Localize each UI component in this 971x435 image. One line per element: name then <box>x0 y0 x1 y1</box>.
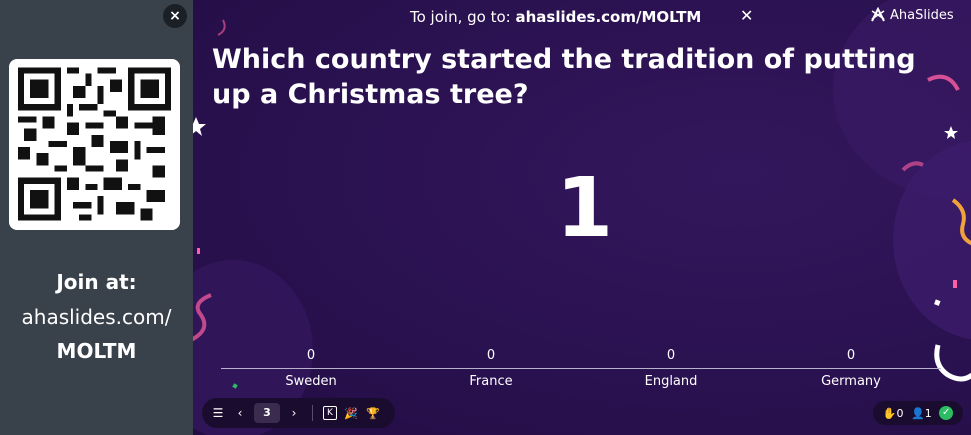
join-label: Join at: <box>56 270 137 294</box>
chart-category-label: Germany <box>821 374 881 389</box>
brand-logo: AhaSlides <box>870 7 954 23</box>
chart-column: 0 England <box>581 348 761 389</box>
chart-value-label: 0 <box>486 348 496 363</box>
response-counter: 1 <box>556 161 614 256</box>
qr-code-icon <box>18 67 171 221</box>
join-banner-prefix: To join, go to: <box>410 8 516 26</box>
chart-value-label: 0 <box>666 348 676 363</box>
join-panel-close-icon[interactable]: × <box>163 4 187 28</box>
join-banner-url: ahaslides.com/MOLTM <box>515 8 702 26</box>
chart-column: 0 France <box>401 348 581 389</box>
question-title: Which country started the tradition of p… <box>212 44 916 110</box>
chart-value-label: 0 <box>306 348 316 363</box>
qr-code <box>9 59 180 230</box>
keyboard-shortcut-icon[interactable]: K <box>323 406 337 420</box>
slide-number[interactable]: 3 <box>254 403 280 423</box>
prev-slide-icon[interactable]: ‹ <box>232 406 248 420</box>
raised-hands[interactable]: ✋0 <box>883 407 904 420</box>
banner-close-icon[interactable]: ✕ <box>740 6 753 25</box>
join-panel: × Join at: ahaslides.com/ MOLTM <box>0 0 193 435</box>
participants-count: 1 <box>924 406 932 420</box>
confetti-icon[interactable]: 🎉 <box>343 407 359 420</box>
chart-column: 0 Germany <box>761 348 941 389</box>
brand-name: AhaSlides <box>890 7 954 23</box>
audience-status: ✋0 👤1 ✓ <box>873 401 963 425</box>
ahaslides-logo-icon <box>871 7 885 22</box>
trophy-icon[interactable]: 🏆 <box>365 407 381 420</box>
chart-category-label: Sweden <box>285 374 337 389</box>
chart-value-label: 0 <box>846 348 856 363</box>
raised-hands-count: 0 <box>896 406 904 420</box>
join-banner: To join, go to: ahaslides.com/MOLTM <box>410 8 701 26</box>
next-slide-icon[interactable]: › <box>286 406 302 420</box>
join-url: ahaslides.com/ <box>21 305 172 329</box>
chart-category-label: England <box>644 374 698 389</box>
chart-category-label: France <box>469 374 513 389</box>
participants[interactable]: 👤1 <box>911 407 932 420</box>
toolbar-divider <box>312 405 313 421</box>
chart-column: 0 Sweden <box>221 348 401 389</box>
connection-ok-icon: ✓ <box>939 406 954 420</box>
presenter-toolbar: ☰ ‹ 3 › K 🎉 🏆 <box>202 398 395 428</box>
menu-icon[interactable]: ☰ <box>210 406 226 420</box>
join-code: MOLTM <box>56 339 137 363</box>
